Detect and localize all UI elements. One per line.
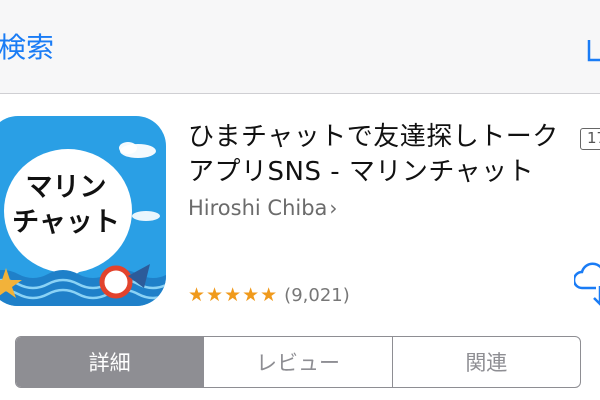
marine-chat-logo: マリン チャット [0, 116, 166, 306]
tab-details[interactable]: 詳細 [16, 337, 204, 387]
navigation-bar: 検索 [0, 0, 600, 94]
share-icon[interactable] [587, 24, 600, 62]
chevron-right-icon: › [329, 196, 338, 220]
age-rating-badge: 17 [580, 128, 600, 150]
tab-reviews[interactable]: レビュー [203, 337, 391, 387]
app-icon: マリン チャット [0, 116, 166, 306]
segmented-control: 詳細 レビュー 関連 [15, 336, 581, 388]
app-title: ひまチャットで友達探しトークアプリSNS - マリンチャット [188, 122, 559, 187]
logo-text-line2: チャット [12, 207, 120, 238]
rating-count: (9,021) [284, 284, 350, 306]
rating-row: ★★★★★ (9,021) [188, 283, 350, 307]
back-search-button[interactable]: 検索 [0, 26, 54, 66]
developer-link[interactable]: Hiroshi Chiba › [188, 196, 337, 220]
developer-name: Hiroshi Chiba [188, 196, 328, 220]
rating-stars: ★★★★★ [188, 284, 279, 306]
logo-text-line1: マリン [26, 172, 107, 203]
tab-related[interactable]: 関連 [391, 337, 580, 387]
cloud-download-icon[interactable] [574, 262, 600, 308]
